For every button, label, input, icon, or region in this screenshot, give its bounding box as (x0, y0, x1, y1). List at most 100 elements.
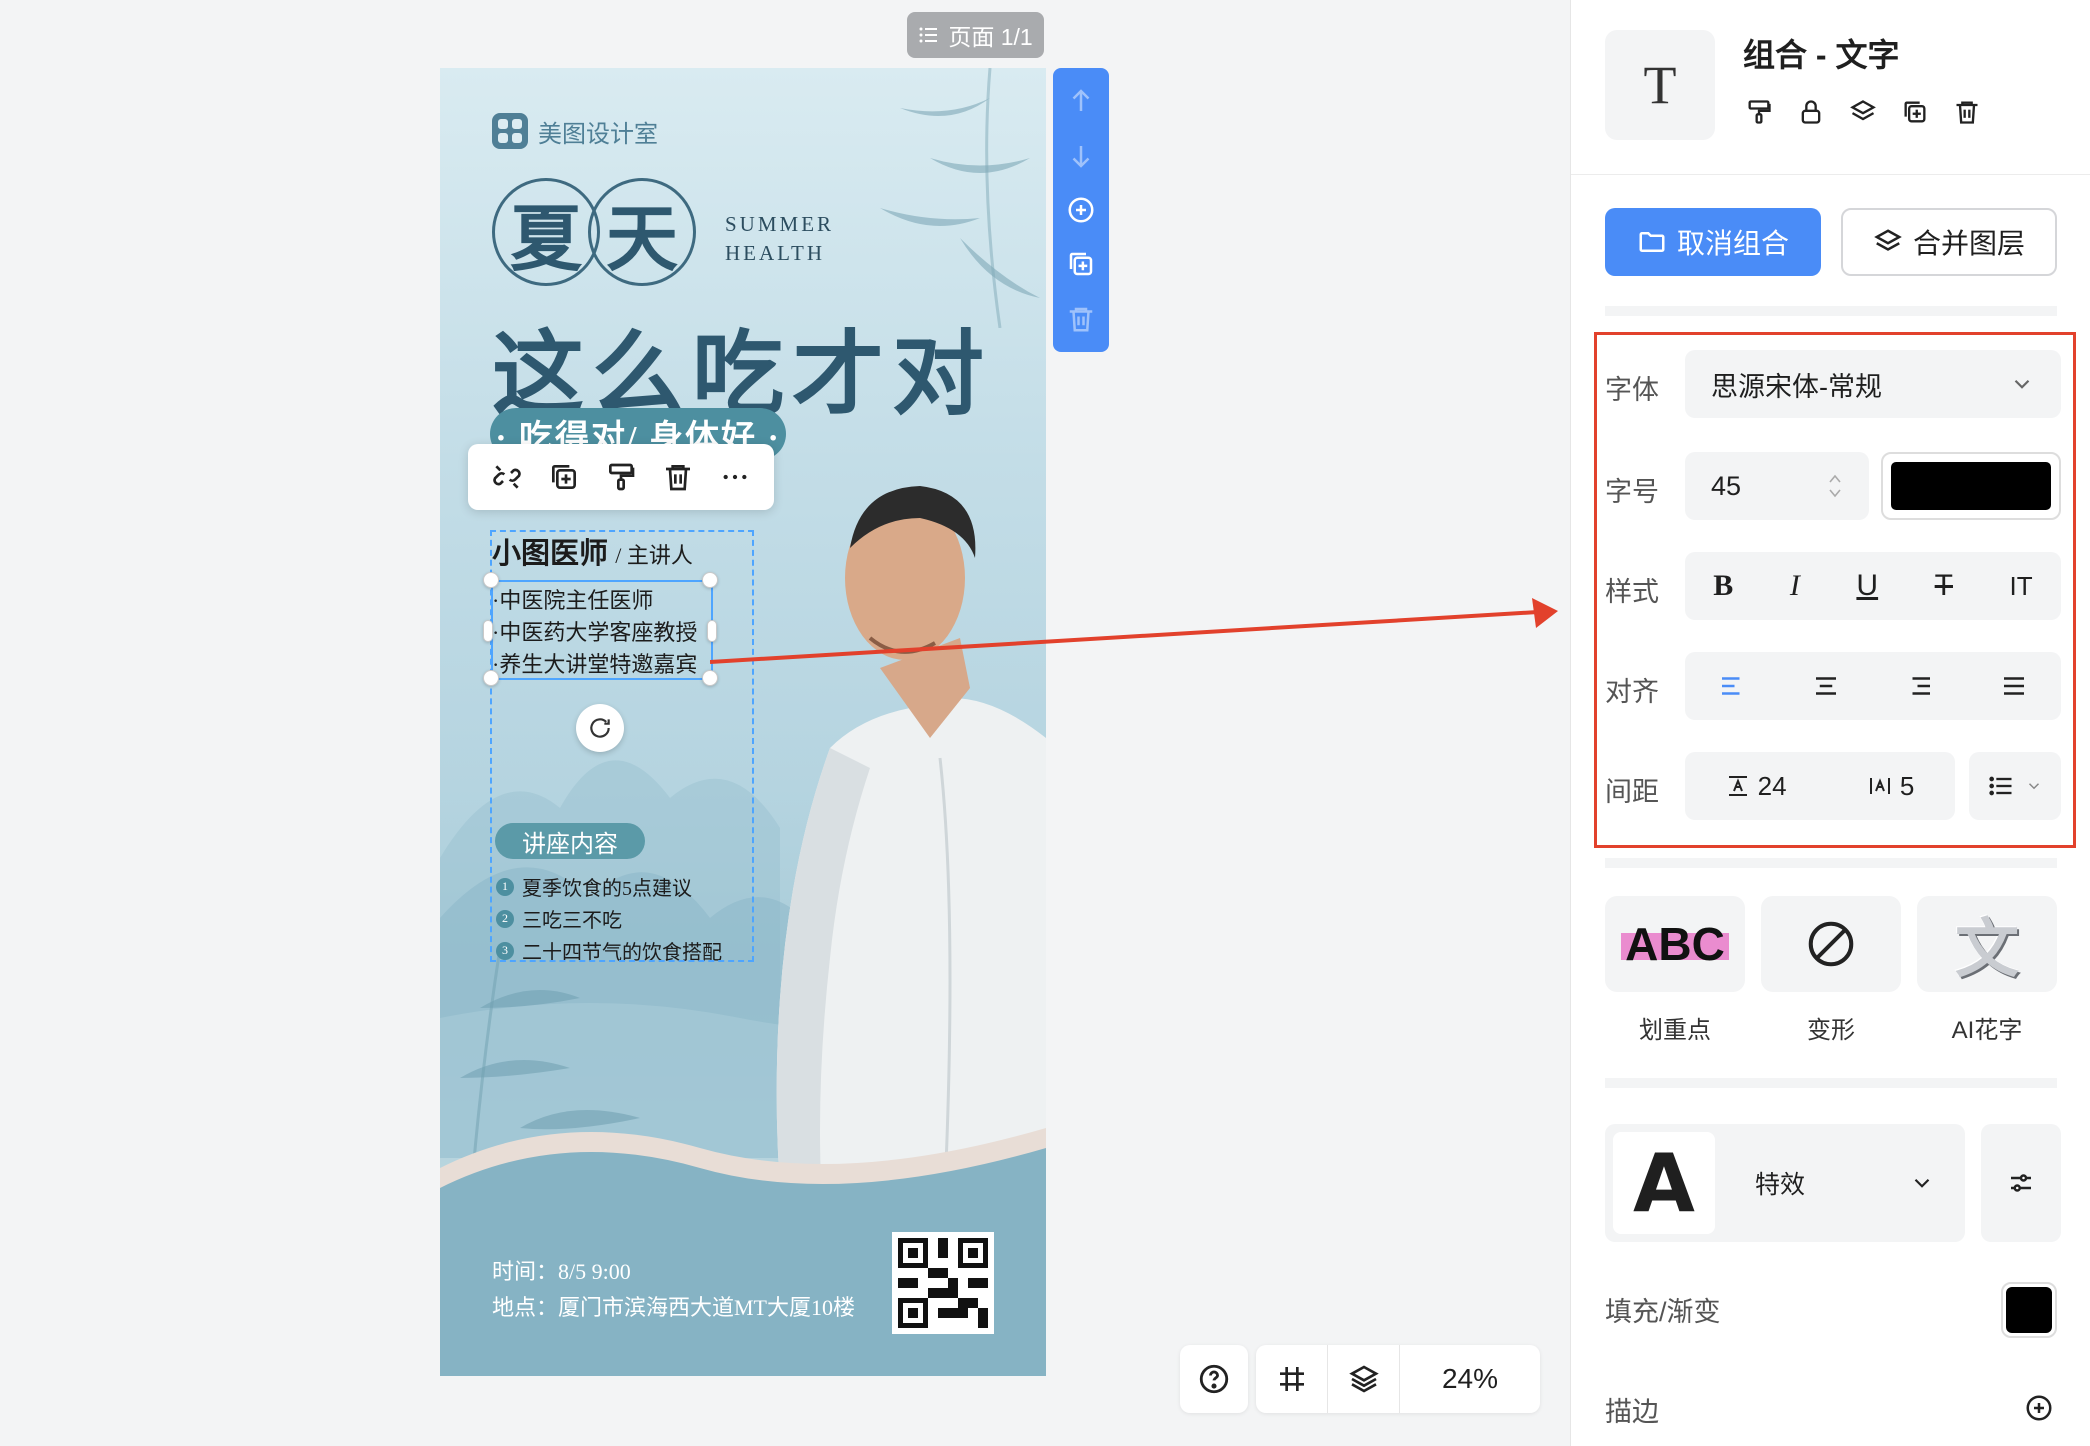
element-actions (1743, 96, 1983, 128)
font-size-input[interactable]: 45 (1685, 452, 1869, 520)
layer-button[interactable] (1847, 96, 1879, 128)
delete-page-button[interactable] (1061, 299, 1101, 339)
highlight-preview: ABC (1605, 896, 1745, 992)
section-divider (1605, 306, 2057, 316)
list-icon (919, 27, 938, 43)
event-address: 地点：厦门市滨海西大道MT大厦10楼 (492, 1295, 856, 1320)
title-char-2: 天 (588, 178, 696, 286)
duplicate-icon (1069, 253, 1093, 276)
letter-spacing-control[interactable]: 5 (1868, 771, 1914, 802)
format-painter-icon (1748, 100, 1771, 124)
vertical-text-button[interactable]: IT (2010, 571, 2033, 602)
page-indicator[interactable]: 页面 1/1 (907, 12, 1044, 58)
style-label: 样式 (1605, 577, 1659, 607)
add-stroke-button[interactable] (2023, 1392, 2055, 1424)
resize-handle[interactable] (483, 572, 499, 588)
highlight-abc-icon: ABC (1621, 917, 1729, 971)
italic-button[interactable]: I (1790, 569, 1800, 603)
lock-button[interactable] (1795, 96, 1827, 128)
ungroup-button[interactable]: 取消组合 (1605, 208, 1821, 276)
unlink-button[interactable] (487, 457, 527, 497)
stroke-label: 描边 (1605, 1397, 1659, 1427)
delete-button[interactable] (658, 457, 698, 497)
trash-icon (1956, 101, 1978, 124)
letter-spacing-icon (1869, 778, 1890, 794)
align-center-icon[interactable] (1811, 671, 1841, 701)
resize-handle[interactable] (483, 620, 493, 642)
delete-button[interactable] (1951, 96, 1983, 128)
add-button[interactable] (1061, 190, 1101, 230)
property-panel: T 组合 - 文字 取消组合 合并图层 字体 思源宋体-常规 字号 45 样式 … (1570, 0, 2090, 1446)
text-align-group (1685, 652, 2061, 720)
divider (1571, 174, 2090, 175)
lock-icon (1801, 100, 1821, 124)
qr-code-icon (898, 1238, 988, 1328)
line-spacing-value: 24 (1757, 770, 1787, 801)
spacing-group: 24 5 (1685, 752, 1955, 820)
help-icon (1199, 1364, 1229, 1394)
format-painter-button[interactable] (1743, 96, 1775, 128)
align-left-icon[interactable] (1717, 671, 1747, 701)
duplicate-button[interactable] (1899, 96, 1931, 128)
list-icon (1989, 776, 2012, 796)
underline-button[interactable]: U (1856, 569, 1878, 603)
rotate-icon (590, 718, 610, 738)
line-spacing-control[interactable]: 24 (1726, 771, 1787, 802)
text-selection-box[interactable] (491, 580, 713, 680)
fill-color-swatch[interactable] (2001, 1282, 2057, 1338)
effect-preview: A (1613, 1132, 1715, 1234)
merge-layers-button[interactable]: 合并图层 (1841, 208, 2057, 276)
format-painter-button[interactable] (601, 457, 641, 497)
effect-settings-button[interactable] (1981, 1124, 2061, 1242)
stepper-icon[interactable] (1827, 471, 1843, 501)
align-right-icon[interactable] (1905, 671, 1935, 701)
letter-spacing-value: 5 (1899, 770, 1915, 801)
font-family-value: 思源宋体-常规 (1711, 371, 1882, 402)
move-down-button[interactable] (1061, 136, 1101, 176)
merge-layers-label: 合并图层 (1912, 228, 2025, 259)
strikethrough-button[interactable]: T (1935, 569, 1953, 603)
move-up-button[interactable] (1061, 81, 1101, 121)
align-justify-icon[interactable] (1999, 671, 2029, 701)
zoom-level[interactable]: 24% (1400, 1345, 1540, 1413)
size-label: 字号 (1605, 477, 1659, 507)
sliders-icon (2011, 1174, 2031, 1192)
rotate-handle[interactable] (576, 704, 624, 752)
resize-handle[interactable] (483, 670, 499, 686)
section-divider (1605, 858, 2057, 868)
unlink-icon (492, 465, 521, 489)
annotation-arrow (710, 598, 1558, 664)
align-label: 对齐 (1605, 677, 1659, 707)
transform-tile[interactable]: 变形 (1761, 896, 1901, 1045)
resize-handle[interactable] (702, 572, 718, 588)
format-painter-icon (608, 463, 635, 491)
folder-icon (1639, 232, 1665, 252)
grid-button[interactable] (1256, 1345, 1328, 1413)
bamboo-decoration-top (880, 68, 1040, 328)
spacing-label: 间距 (1605, 777, 1659, 807)
ai-art-text-tile[interactable]: 文 AI花字 (1917, 896, 2057, 1045)
fill-color (2006, 1287, 2052, 1333)
ungroup-label: 取消组合 (1676, 228, 1789, 259)
help-button[interactable] (1180, 1345, 1248, 1413)
trash-icon (666, 465, 691, 491)
summer-health-text: SUMMER HEALTH (725, 212, 835, 265)
chevron-down-icon (1914, 1178, 1930, 1188)
text-color-fill (1891, 462, 2051, 510)
line-spacing-icon (1728, 776, 1747, 796)
duplicate-button[interactable] (544, 457, 584, 497)
font-label: 字体 (1605, 375, 1659, 405)
list-style-select[interactable] (1969, 752, 2061, 820)
text-color-swatch[interactable] (1881, 452, 2061, 520)
layers-icon (1874, 229, 1902, 251)
copy-page-button[interactable] (1061, 244, 1101, 284)
font-family-select[interactable]: 思源宋体-常规 (1685, 350, 2061, 418)
text-style-group: B I U T IT (1685, 552, 2061, 620)
layers-button[interactable] (1328, 1345, 1400, 1413)
highlight-tile[interactable]: ABC 划重点 (1605, 896, 1745, 1045)
bold-button[interactable]: B (1713, 569, 1733, 603)
more-button[interactable] (715, 457, 755, 497)
plus-circle-icon (2026, 1395, 2052, 1421)
canvas-workspace[interactable]: 页面 1/1 美图设计室 夏 天 SUMMER HEALTH 这么吃才对 · 吃… (0, 0, 1570, 1446)
effect-select[interactable]: A 特效 (1605, 1124, 1965, 1242)
